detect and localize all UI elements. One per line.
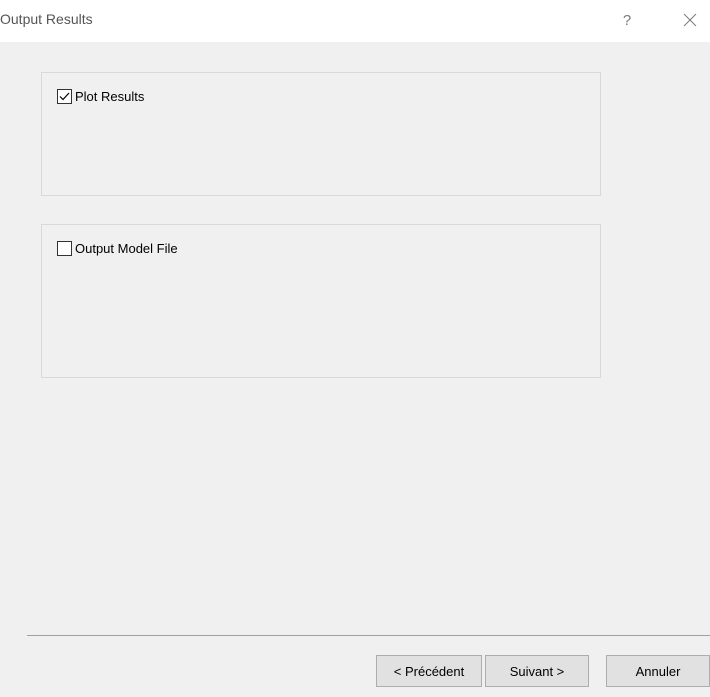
plot-results-checkbox-box[interactable]: [57, 89, 72, 104]
next-button[interactable]: Suivant >: [485, 655, 589, 687]
plot-results-label: Plot Results: [75, 89, 145, 104]
title-bar: Output Results ?: [0, 0, 710, 42]
help-button[interactable]: ?: [613, 6, 641, 34]
output-model-file-group: Output Model File: [41, 224, 601, 378]
cancel-button[interactable]: Annuler: [606, 655, 710, 687]
close-icon: [683, 13, 697, 27]
output-model-file-checkbox-box[interactable]: [57, 241, 72, 256]
plot-results-checkbox[interactable]: Plot Results: [57, 89, 144, 104]
back-button[interactable]: < Précédent: [376, 655, 482, 687]
output-model-file-checkbox[interactable]: Output Model File: [57, 241, 178, 256]
footer-separator: [27, 635, 710, 636]
plot-results-group: Plot Results: [41, 72, 601, 196]
checkmark-icon: [59, 92, 70, 101]
window-title: Output Results: [0, 11, 93, 27]
close-button[interactable]: [675, 6, 705, 34]
output-model-file-label: Output Model File: [75, 241, 178, 256]
